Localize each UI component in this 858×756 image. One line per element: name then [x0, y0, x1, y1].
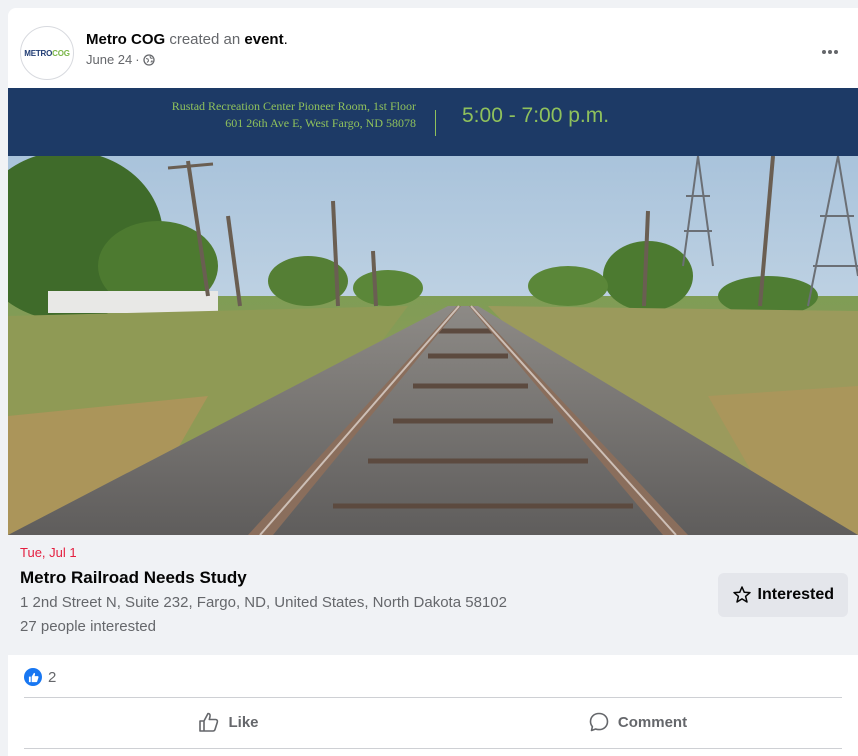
event-title[interactable]: Metro Railroad Needs Study: [20, 567, 247, 589]
action-bar-divider: [24, 748, 842, 749]
like-button[interactable]: Like: [24, 698, 433, 746]
railroad-photo: [8, 156, 858, 535]
reaction-count: 2: [48, 668, 57, 686]
meta-separator: ·: [135, 52, 140, 67]
more-options-button[interactable]: [812, 34, 848, 70]
comment-button[interactable]: Comment: [433, 698, 842, 746]
post-header: METROCOG Metro COG created an event. Jun…: [8, 8, 858, 88]
thumbs-up-icon: [199, 712, 219, 732]
post-date[interactable]: June 24: [86, 52, 132, 67]
author-link[interactable]: Metro COG: [86, 31, 165, 48]
event-link[interactable]: event: [244, 31, 283, 48]
post-headline: Metro COG created an event.: [86, 30, 288, 50]
page-avatar[interactable]: METROCOG: [20, 26, 74, 80]
banner-time: 5:00 - 7:00 p.m.: [462, 104, 610, 127]
interested-button[interactable]: Interested: [717, 573, 848, 617]
headline-period: .: [283, 31, 288, 48]
like-label: Like: [228, 713, 259, 731]
event-post-card: METROCOG Metro COG created an event. Jun…: [8, 8, 858, 756]
star-icon: [732, 586, 751, 603]
post-action-bar: Like Comment: [24, 698, 842, 746]
event-location: 1 2nd Street N, Suite 232, Fargo, ND, Un…: [20, 594, 507, 611]
reactions-summary[interactable]: 2: [24, 665, 56, 689]
event-cover-image[interactable]: Rustad Recreation Center Pioneer Room, 1…: [8, 88, 858, 535]
event-date: Tue, Jul 1: [20, 545, 77, 560]
banner-venue: Rustad Recreation Center Pioneer Room, 1…: [171, 99, 416, 130]
globe-icon: [142, 53, 155, 66]
post-meta: June 24 ·: [86, 52, 155, 67]
comment-icon: [589, 712, 609, 732]
like-reaction-icon: [24, 668, 42, 686]
interested-label: Interested: [757, 586, 834, 603]
metro-cog-logo: METROCOG: [24, 48, 70, 58]
more-horizontal-icon: [822, 50, 838, 54]
banner-divider: [435, 110, 436, 136]
event-info-panel[interactable]: Tue, Jul 1 Metro Railroad Needs Study 1 …: [8, 535, 858, 655]
interested-count: 27 people interested: [20, 618, 156, 635]
comment-label: Comment: [617, 713, 688, 731]
event-banner: Rustad Recreation Center Pioneer Room, 1…: [8, 88, 858, 156]
action-text: created an: [165, 31, 245, 48]
